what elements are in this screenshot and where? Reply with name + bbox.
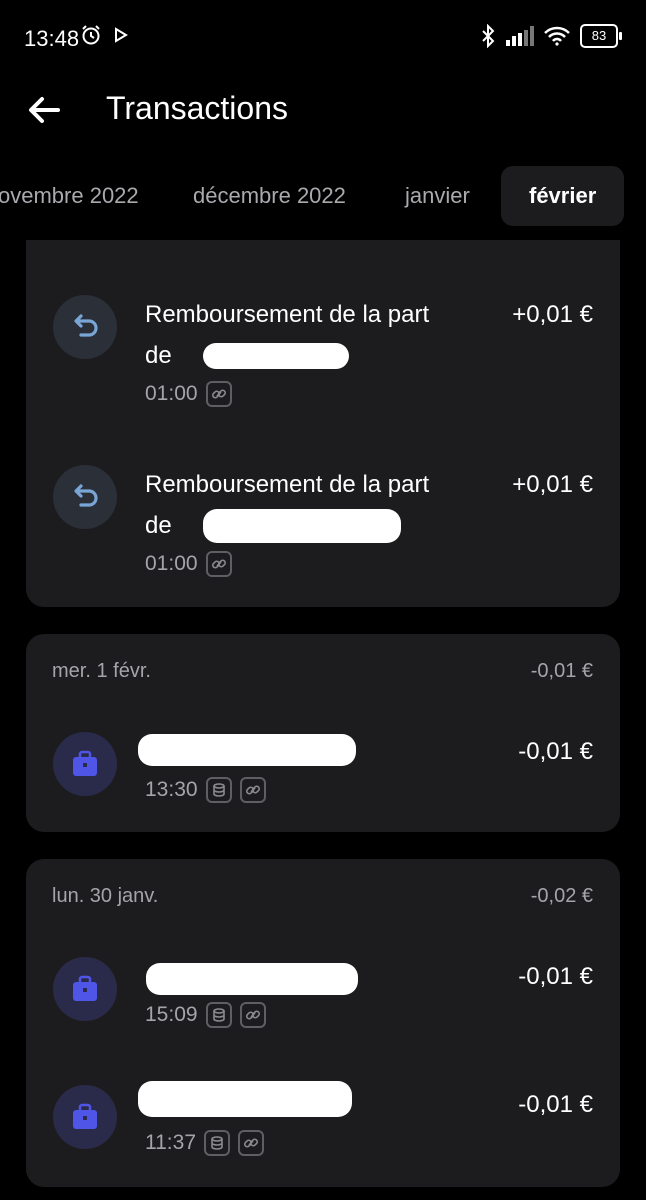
redaction-mark [203,509,401,543]
tab-december-2022[interactable]: décembre 2022 [193,166,346,226]
redaction-mark [203,343,349,369]
wifi-icon [544,26,570,46]
transaction-title: Remboursement de la part [145,301,430,328]
coins-icon [204,1130,230,1156]
group-date: lun. 30 janv. [52,885,159,907]
link-icon [238,1130,264,1156]
transaction-time: 01:00 [145,552,198,575]
briefcase-icon [53,732,117,796]
briefcase-icon [53,1085,117,1149]
play-icon [115,27,128,43]
alarm-icon [82,25,100,45]
month-tabs: ovembre 2022 décembre 2022 janvier févri… [0,166,646,226]
battery-icon: 83 [580,24,622,48]
signal-icon [506,26,534,46]
transaction-group: mer. 1 févr. -0,01 € -0,01 € 13:30 [26,634,620,832]
transaction-amount: +0,01 € [512,471,593,498]
transaction-time: 15:09 [145,1003,198,1026]
transaction-row[interactable]: -0,01 € 13:30 [26,732,620,812]
coins-icon [205,1002,232,1028]
group-date: mer. 1 févr. [52,660,151,682]
header: Transactions [0,78,646,148]
back-button[interactable] [24,90,64,130]
transaction-row[interactable]: Remboursement de la part de +0,01 € 01:0… [26,465,620,585]
tab-february[interactable]: février [501,166,625,226]
status-time: 13:48 [24,26,80,51]
link-icon [205,551,232,577]
link-icon [239,1002,266,1028]
tab-november-2022[interactable]: ovembre 2022 [0,166,139,226]
refund-icon [53,465,117,529]
transaction-amount: -0,01 € [518,963,593,990]
transaction-group: Remboursement de la part de +0,01 € 01:0… [26,240,620,607]
status-bar: 13:48 83 [0,0,646,78]
transaction-row[interactable]: -0,01 € 11:37 [26,1081,620,1165]
bluetooth-icon [482,24,495,48]
transaction-time: 13:30 [145,778,198,801]
tab-january[interactable]: janvier [405,166,470,226]
arrow-left-icon [29,97,60,123]
redaction-mark [138,1081,352,1117]
group-total: -0,02 € [530,885,593,907]
group-total: -0,01 € [530,660,593,682]
link-icon [239,777,266,803]
refund-icon [53,295,117,359]
briefcase-icon [53,957,117,1021]
transaction-title: Remboursement de la part [145,471,430,498]
transaction-time: 11:37 [145,1131,196,1154]
page-title: Transactions [106,90,288,126]
redaction-mark [138,734,356,766]
battery-level: 83 [591,28,607,43]
coins-icon [205,777,232,803]
transaction-row[interactable]: Remboursement de la part de +0,01 € 01:0… [26,295,620,415]
transaction-group: lun. 30 janv. -0,02 € -0,01 € 15:09 -0,0… [26,859,620,1187]
transaction-time: 01:00 [145,382,198,405]
redaction-mark [146,963,358,995]
transaction-amount: +0,01 € [512,301,593,328]
link-icon [205,381,232,407]
transaction-amount: -0,01 € [518,1091,593,1118]
transaction-row[interactable]: -0,01 € 15:09 [26,957,620,1037]
transaction-amount: -0,01 € [518,738,593,765]
